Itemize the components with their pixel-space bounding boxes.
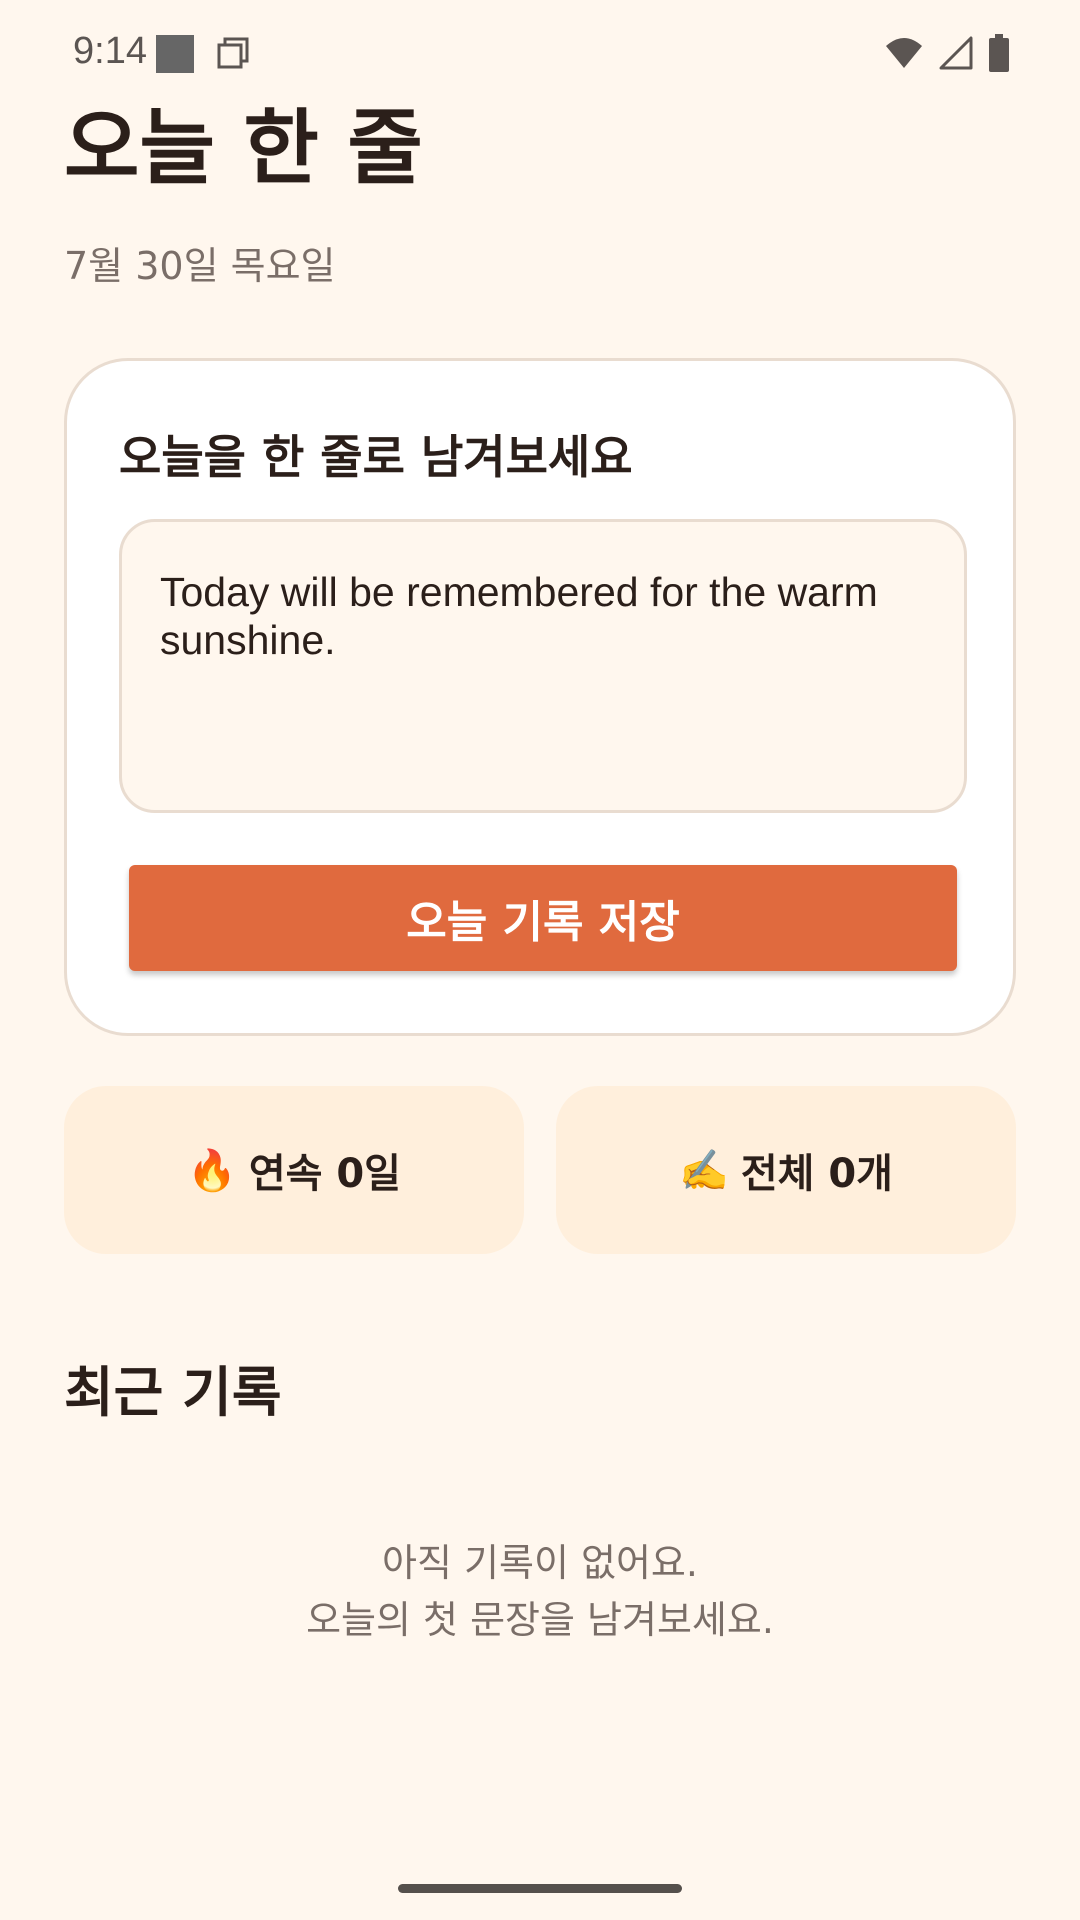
save-button[interactable]: 오늘 기록 저장 bbox=[129, 865, 957, 971]
wifi-icon bbox=[886, 38, 922, 68]
square-icon bbox=[156, 35, 194, 73]
total-label: 전체 0개 bbox=[740, 1151, 893, 1197]
entry-card: 오늘을 한 줄로 남겨보세요 Today will be remembered … bbox=[64, 358, 1016, 1036]
streak-card: 🔥 연속 0일 bbox=[64, 1086, 524, 1254]
date-label: 7월 30일 목요일 bbox=[64, 244, 336, 288]
recent-title: 최근 기록 bbox=[64, 1361, 282, 1424]
copy-icon bbox=[217, 37, 249, 69]
home-indicator[interactable] bbox=[398, 1884, 682, 1893]
empty-message-line2: 오늘의 첫 문장을 남겨보세요. bbox=[306, 1598, 774, 1642]
status-icons bbox=[884, 33, 1010, 73]
fire-icon: 🔥 bbox=[187, 1147, 237, 1194]
writing-hand-icon: ✍️ bbox=[679, 1147, 729, 1194]
total-card: ✍️ 전체 0개 bbox=[556, 1086, 1016, 1254]
status-time: 9:14 bbox=[73, 30, 147, 72]
streak-label: 연속 0일 bbox=[248, 1151, 401, 1197]
empty-state: 아직 기록이 없어요. 오늘의 첫 문장을 남겨보세요. bbox=[0, 1535, 1080, 1649]
page-title: 오늘 한 줄 bbox=[64, 101, 423, 196]
entry-input[interactable]: Today will be remembered for the warm su… bbox=[119, 519, 967, 813]
battery-icon bbox=[989, 34, 1009, 72]
prompt-title: 오늘을 한 줄로 남겨보세요 bbox=[119, 430, 633, 484]
signal-icon bbox=[939, 36, 973, 70]
status-bar: 9:14 bbox=[0, 0, 1080, 105]
empty-message-line1: 아직 기록이 없어요. bbox=[382, 1541, 698, 1585]
